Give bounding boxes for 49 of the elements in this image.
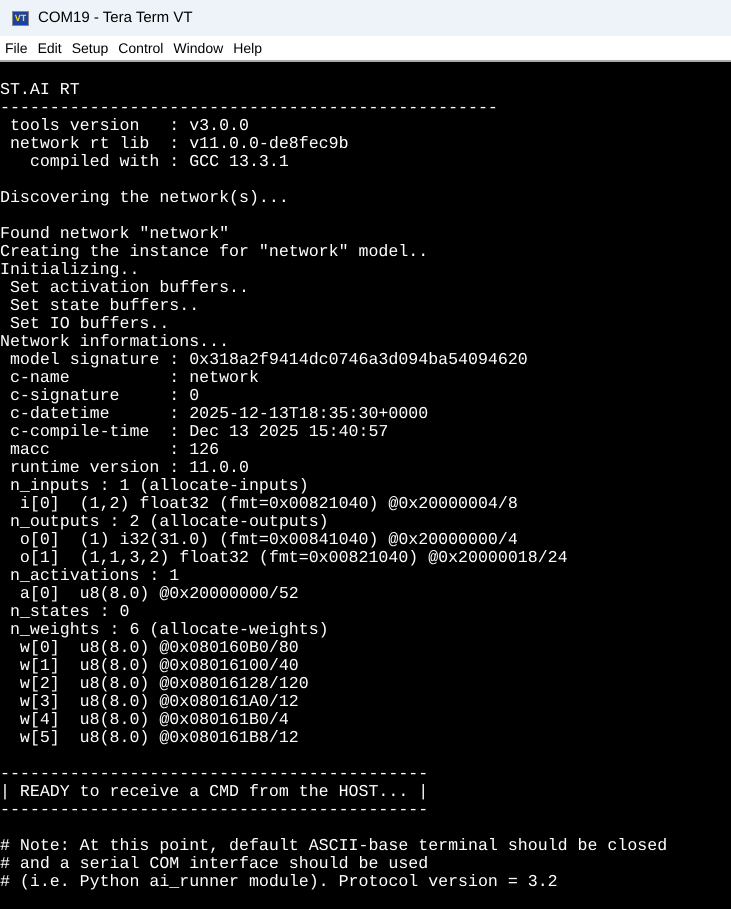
terminal-line: n_activations : 1 [8,567,180,585]
terminal-line: compiled with : GCC 13.3.1 [28,153,289,171]
terminal-line: tools version : v3.0.0 [8,117,249,135]
menu-item[interactable]: Window [168,38,228,58]
terminal-line: # (i.e. Python ai_runner module). Protocol version = 3.2 [0,873,558,891]
terminal-line: n_weights : 6 (allocate-weights) [8,621,329,639]
terminal-line: w[0] u8(8.0) @0x080160B0/80 [18,639,299,657]
terminal-line: i[0] (1,2) float32 (fmt=0x00821040) @0x20000004/8 [18,495,518,513]
terminal-line: ------------------------------------------- [0,765,428,783]
terminal-line: # Note: At this point, default ASCII-base terminal should be closed [0,837,668,855]
terminal-line: n_inputs : 1 (allocate-inputs) [8,477,309,495]
terminal-line: Found network "network" [0,225,230,243]
terminal-line: w[5] u8(8.0) @0x080161B8/12 [18,729,299,747]
terminal-line: w[1] u8(8.0) @0x08016100/40 [18,657,299,675]
menu-item[interactable]: Control [113,38,168,58]
terminal-line: Set activation buffers.. [8,279,249,297]
terminal-line: macc : 126 [8,441,220,459]
menu-item[interactable]: Edit [32,38,67,58]
terminal-line: Creating the instance for "network" model.. [0,243,428,261]
menu-item[interactable]: File [0,38,33,58]
terminal-line: model signature : 0x318a2f9414dc0746a3d094ba54094620 [8,351,528,369]
terminal-line: -------------------------------------------------- [0,99,498,117]
terminal-line: | READY to receive a CMD from the HOST... | [0,783,428,801]
terminal-line: c-name : network [8,369,259,387]
terminal-line: ------------------------------------------- [0,801,428,819]
terminal-line: c-datetime : 2025-12-13T18:35:30+0000 [8,405,428,423]
terminal-line: ST.AI RT [0,81,80,99]
terminal-line: Initializing.. [0,261,140,279]
terminal-line: Set IO buffers.. [8,315,170,333]
terminal-line: w[2] u8(8.0) @0x08016128/120 [18,675,309,693]
menu-item[interactable]: Help [228,38,268,58]
terminal-line: w[4] u8(8.0) @0x080161B0/4 [18,711,289,729]
terminal-line: o[0] (1) i32(31.0) (fmt=0x00841040) @0x20000000/4 [18,531,518,549]
terminal-line: Discovering the network(s)... [0,189,289,207]
terminal-line: Set state buffers.. [8,297,200,315]
terminal-line: # and a serial COM interface should be used [0,855,428,873]
terminal-line: n_states : 0 [8,603,130,621]
terminal-line: n_outputs : 2 (allocate-outputs) [8,513,329,531]
terminal-line: Network informations... [0,333,230,351]
terminal-line: runtime version : 11.0.0 [8,459,249,477]
terminal-line: a[0] u8(8.0) @0x20000000/52 [18,585,299,603]
terminal-line: c-signature : 0 [8,387,200,405]
menu-item[interactable]: Setup [66,38,114,58]
terminal-line: o[1] (1,1,3,2) float32 (fmt=0x00821040) @0x20000018/24 [18,549,568,567]
terminal-line: c-compile-time : Dec 13 2025 15:40:57 [8,423,388,441]
terminal-line: network rt lib : v11.0.0-de8fec9b [8,135,349,153]
window-title: COM19 - Tera Term VT [38,8,192,28]
terminal-line: w[3] u8(8.0) @0x080161A0/12 [18,693,299,711]
app-icon: VT [12,10,29,26]
